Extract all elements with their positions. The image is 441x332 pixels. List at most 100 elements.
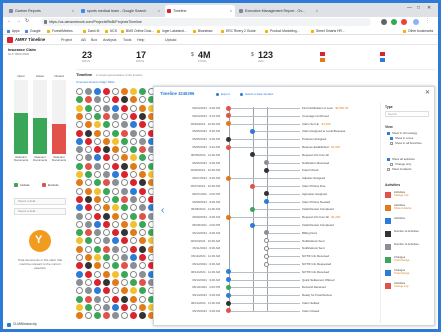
activity-marker-icon[interactable] — [85, 229, 92, 237]
activity-marker-icon[interactable] — [85, 295, 92, 303]
bookmark-item[interactable]: Inger Lakeland... — [157, 28, 187, 34]
close-icon[interactable]: × — [230, 5, 232, 17]
activity-marker-icon[interactable] — [94, 146, 101, 154]
timeline-row[interactable]: 06/06/2024 · 9:00 AM Notification Receive… — [154, 160, 376, 166]
activity-marker-icon[interactable] — [112, 229, 119, 237]
extension-icon[interactable] — [391, 19, 397, 25]
activity-marker-icon[interactable] — [85, 278, 92, 286]
activity-marker-icon[interactable] — [130, 96, 137, 104]
bookmark-item[interactable]: Product Marketing... — [265, 28, 300, 34]
activity-marker-icon[interactable] — [139, 312, 146, 320]
timeline-event-icon[interactable] — [264, 245, 269, 251]
timeline-event-icon[interactable] — [226, 136, 231, 142]
activity-marker-icon[interactable] — [112, 179, 119, 187]
activity-marker-icon[interactable] — [139, 121, 146, 129]
activity-marker-icon[interactable] — [103, 237, 110, 245]
activity-marker-icon[interactable] — [103, 295, 110, 303]
activity-marker-icon[interactable] — [139, 96, 146, 104]
timeline-row[interactable]: 06/07/2024 · 9:30 AM Adjuster Assigned — [154, 175, 376, 181]
activity-marker-icon[interactable] — [130, 270, 137, 278]
activity-marker-icon[interactable] — [76, 237, 83, 245]
timeline-row[interactable]: 06/13/2024 · 9:00 AM Quick Settlement Off… — [154, 277, 376, 283]
bookmark-item[interactable]: BMS Online Dow... — [121, 28, 154, 34]
activity-marker-icon[interactable] — [94, 187, 101, 195]
activity-marker-icon[interactable] — [139, 295, 146, 303]
activity-marker-icon[interactable] — [130, 287, 137, 295]
timeline-row[interactable]: 06/14/2024 · 11:00 AM Claim Settled — [154, 300, 376, 306]
activity-marker-icon[interactable] — [139, 154, 146, 162]
menu-item[interactable]: Tools — [123, 37, 131, 43]
timeline-event-icon[interactable] — [226, 284, 231, 290]
activity-marker-icon[interactable] — [121, 229, 128, 237]
activity-marker-icon[interactable] — [94, 295, 101, 303]
activity-marker-icon[interactable] — [85, 121, 92, 129]
activity-marker-icon[interactable] — [94, 195, 101, 203]
activity-marker-icon[interactable] — [121, 237, 128, 245]
activity-marker-icon[interactable] — [103, 220, 110, 228]
activity-marker-icon[interactable] — [94, 278, 101, 286]
activity-marker-icon[interactable] — [112, 137, 119, 145]
activity-marker-icon[interactable] — [94, 104, 101, 112]
close-window-icon[interactable]: ✕ — [427, 5, 431, 11]
timeline-event-icon[interactable] — [250, 206, 255, 212]
activity-marker-icon[interactable] — [121, 96, 128, 104]
activity-marker-icon[interactable] — [121, 204, 128, 212]
forward-icon[interactable]: → — [16, 18, 21, 24]
activity-marker-icon[interactable] — [130, 254, 137, 261]
activity-marker-icon[interactable] — [85, 254, 92, 261]
activity-marker-icon[interactable] — [85, 112, 92, 120]
close-icon[interactable]: × — [316, 5, 318, 17]
bookmark-item[interactable]: FunnelMetrics — [47, 28, 73, 34]
activity-marker-icon[interactable] — [139, 204, 146, 212]
activity-marker-icon[interactable] — [94, 237, 101, 245]
activity-marker-icon[interactable] — [121, 104, 128, 112]
activity-marker-icon[interactable] — [76, 212, 83, 220]
activity-marker-icon[interactable] — [103, 204, 110, 212]
activity-marker-icon[interactable] — [130, 162, 137, 170]
timeline-row[interactable]: 06/06/2024 · 10:00 AM Fraud Check — [154, 167, 376, 173]
bookmark-item[interactable]: Other bookmarks — [403, 28, 433, 34]
download-bar[interactable]: CLMWindow.zip — [3, 320, 153, 329]
activity-marker-icon[interactable] — [130, 179, 137, 187]
timeline-row[interactable]: 06/07/2024 · 10:00 AM Claim Photos Due — [154, 183, 376, 189]
activity-marker-icon[interactable] — [76, 303, 83, 311]
activity-marker-icon[interactable] — [85, 88, 92, 95]
activity-marker-icon[interactable] — [85, 212, 92, 220]
activity-marker-icon[interactable] — [103, 187, 110, 195]
activity-marker-icon[interactable] — [94, 162, 101, 170]
activity-marker-icon[interactable] — [103, 171, 110, 178]
grid-tabs[interactable]: Overview Events Flags Table — [76, 80, 115, 84]
legend-item[interactable]: Number of Activities — [385, 242, 431, 253]
activity-marker-icon[interactable] — [103, 96, 110, 104]
activity-marker-icon[interactable] — [121, 162, 128, 170]
activity-marker-icon[interactable] — [94, 204, 101, 212]
activity-marker-icon[interactable] — [85, 179, 92, 187]
activity-marker-icon[interactable] — [103, 179, 110, 187]
activity-marker-icon[interactable] — [85, 187, 92, 195]
activity-marker-icon[interactable] — [103, 287, 110, 295]
activity-marker-icon[interactable] — [103, 254, 110, 261]
activity-marker-icon[interactable] — [76, 270, 83, 278]
activity-marker-icon[interactable] — [130, 154, 137, 162]
activity-marker-icon[interactable] — [130, 204, 137, 212]
activity-marker-icon[interactable] — [85, 146, 92, 154]
activity-marker-icon[interactable] — [94, 270, 101, 278]
activity-marker-icon[interactable] — [112, 162, 119, 170]
activity-marker-icon[interactable] — [112, 312, 119, 320]
activity-marker-icon[interactable] — [94, 229, 101, 237]
activity-marker-icon[interactable] — [85, 129, 92, 137]
activity-marker-icon[interactable] — [103, 104, 110, 112]
activity-marker-icon[interactable] — [130, 295, 137, 303]
activity-marker-icon[interactable] — [130, 278, 137, 286]
activity-marker-icon[interactable] — [85, 204, 92, 212]
timeline-row[interactable]: 06/05/2024 · 9:10 AM Reserve Established … — [154, 144, 376, 150]
activity-marker-icon[interactable] — [130, 303, 137, 311]
activity-marker-icon[interactable] — [121, 254, 128, 261]
legend-item[interactable]: Activities — [385, 216, 431, 227]
activity-marker-icon[interactable] — [76, 220, 83, 228]
activity-marker-icon[interactable] — [139, 195, 146, 203]
activity-marker-icon[interactable] — [139, 212, 146, 220]
activity-marker-icon[interactable] — [139, 245, 146, 253]
type-search-input[interactable]: Search — [385, 111, 429, 117]
timeline-event-icon[interactable] — [226, 113, 231, 119]
